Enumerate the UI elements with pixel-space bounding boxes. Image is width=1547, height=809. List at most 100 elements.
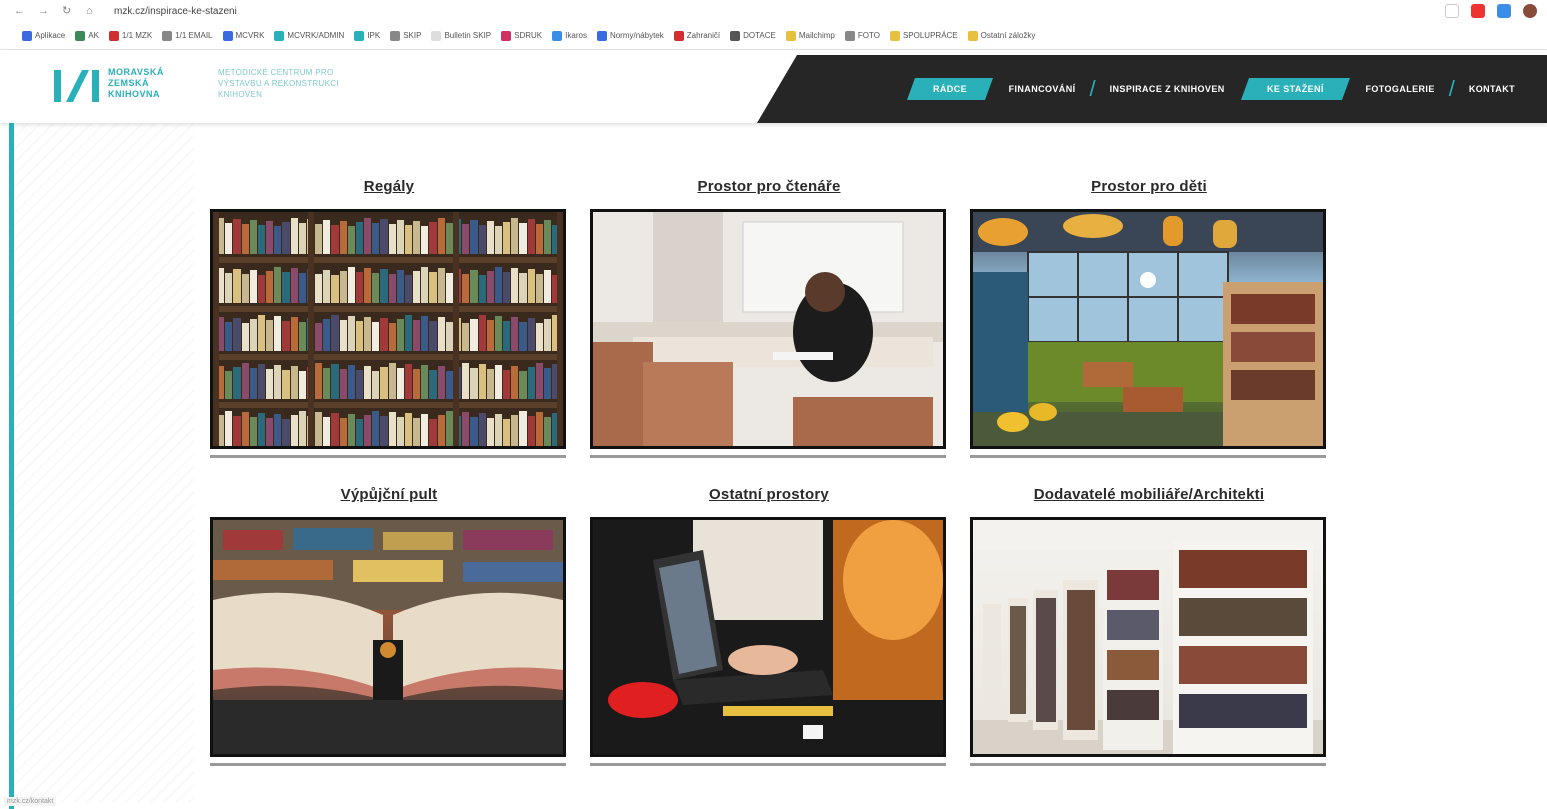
card-title-prostor-pro-deti[interactable]: Prostor pro děti xyxy=(971,178,1327,195)
shelf-post xyxy=(308,212,314,446)
nav-item-kontakt[interactable]: KONTAKT xyxy=(1457,78,1527,100)
book xyxy=(323,220,331,254)
bookmark-item[interactable]: Bulletin SKIP xyxy=(431,30,492,41)
book xyxy=(282,272,290,303)
back-icon[interactable]: ← xyxy=(14,6,25,17)
book xyxy=(543,270,552,303)
bookmark-item[interactable]: IPK xyxy=(354,30,380,41)
home-icon[interactable]: ⌂ xyxy=(86,6,96,17)
bookmark-label: Bulletin SKIP xyxy=(444,31,492,40)
book xyxy=(511,218,519,254)
bookmark-item[interactable]: AK xyxy=(75,30,99,41)
bookmark-item[interactable]: 1/1 EMAIL xyxy=(162,30,213,41)
bookmark-item[interactable]: Ostatní záložky xyxy=(967,30,1035,41)
nav-item-inspirace[interactable]: INSPIRACE Z KNIHOVEN xyxy=(1098,78,1237,100)
card-image-vypujcni-pult[interactable] xyxy=(210,517,566,757)
book xyxy=(233,416,241,446)
forward-icon[interactable]: → xyxy=(38,6,49,17)
book xyxy=(445,223,453,254)
bookmark-item[interactable]: DOTACE xyxy=(730,30,776,41)
book xyxy=(331,413,339,446)
bookmark-item[interactable]: 1/1 MZK xyxy=(108,30,152,41)
book xyxy=(290,415,298,446)
book xyxy=(429,321,437,351)
nav-item-financovani[interactable]: FINANCOVÁNÍ xyxy=(997,78,1088,100)
card-image-prostor-pro-ctenare[interactable] xyxy=(590,209,946,449)
bookmark-item[interactable]: Mailchimp xyxy=(785,30,835,41)
card-title-dodavatele[interactable]: Dodavatelé mobiliáře/Architekti xyxy=(971,486,1327,503)
bookmark-icon xyxy=(390,30,401,41)
status-bar: mzk.cz/kontakt xyxy=(4,797,57,806)
kids-area-image xyxy=(973,212,1323,446)
book xyxy=(404,225,413,254)
bookmark-item[interactable]: MCVRK xyxy=(222,30,264,41)
bookmark-item[interactable]: SDRUK xyxy=(501,30,543,41)
card-image-regaly[interactable] xyxy=(210,209,566,449)
bookmark-item[interactable]: FOTO xyxy=(844,30,880,41)
card-divider xyxy=(970,455,1326,458)
nav-item-radce[interactable]: RÁDCE xyxy=(906,78,993,100)
nav-item-ke-stazeni[interactable]: KE STAŽENÍ xyxy=(1240,78,1350,100)
bookmark-label: DOTACE xyxy=(743,31,776,40)
book xyxy=(355,419,364,446)
extension-icon[interactable] xyxy=(1497,4,1511,18)
book xyxy=(462,412,470,446)
mzk-logo-icon[interactable] xyxy=(52,68,100,104)
bookmark-item[interactable]: Ikaros xyxy=(552,30,587,41)
reading-room-image xyxy=(593,212,943,446)
opera-extension-icon[interactable] xyxy=(1471,4,1485,18)
book xyxy=(364,268,372,303)
book xyxy=(364,415,372,446)
reload-icon[interactable]: ↻ xyxy=(62,6,72,17)
book xyxy=(266,221,274,254)
bookmark-item[interactable]: MCVRK/ADMIN xyxy=(274,30,344,41)
bookmark-item[interactable]: Normy/nábytek xyxy=(596,30,664,41)
bookmark-icon xyxy=(730,30,741,41)
bookmark-item[interactable]: Aplikace xyxy=(22,30,65,41)
bookmark-label: SPOLUPRÁCE xyxy=(902,31,958,40)
logo-line: KNIHOVNA xyxy=(108,89,161,99)
shelf-row xyxy=(213,215,563,257)
book xyxy=(511,415,519,446)
book xyxy=(274,316,282,351)
bookmark-item[interactable]: Zahraničí xyxy=(673,30,720,41)
book xyxy=(298,371,306,399)
book xyxy=(380,416,388,446)
book xyxy=(429,419,437,446)
url-field[interactable]: mzk.cz/inspirace-ke-stazeni xyxy=(114,6,237,17)
card-image-dodavatele[interactable] xyxy=(970,517,1326,757)
bookmark-item[interactable]: SPOLUPRÁCE xyxy=(889,30,958,41)
book xyxy=(543,220,552,254)
book xyxy=(511,366,519,399)
profile-icon[interactable] xyxy=(1523,4,1537,18)
logo-sub-line: METODICKÉ CENTRUM PRO xyxy=(218,68,334,77)
open-book-image xyxy=(213,520,563,754)
card-title-vypujcni-pult[interactable]: Výpůjční pult xyxy=(211,486,567,503)
card-divider xyxy=(210,455,566,458)
book xyxy=(339,221,347,254)
book xyxy=(494,226,503,254)
book xyxy=(535,363,543,399)
nav-item-fotogalerie[interactable]: FOTOGALERIE xyxy=(1353,78,1446,100)
card-divider xyxy=(970,763,1326,766)
shelf-row xyxy=(213,312,563,354)
book xyxy=(331,315,339,351)
nav-separator: / xyxy=(1089,76,1096,101)
bookmark-item[interactable]: SKIP xyxy=(390,30,421,41)
card-title-prostor-pro-ctenare[interactable]: Prostor pro čtenáře xyxy=(591,178,947,195)
book xyxy=(274,414,282,446)
book xyxy=(282,419,290,446)
card-image-prostor-pro-deti[interactable] xyxy=(970,209,1326,449)
book xyxy=(241,412,249,446)
book xyxy=(478,413,486,446)
star-icon[interactable] xyxy=(1445,4,1459,18)
card-title-ostatni-prostory[interactable]: Ostatní prostory xyxy=(591,486,947,503)
card-image-ostatni-prostory[interactable] xyxy=(590,517,946,757)
book xyxy=(486,369,494,399)
bookshelf-image xyxy=(213,212,563,446)
card-title-regaly[interactable]: Regály xyxy=(211,178,567,195)
book xyxy=(347,226,355,254)
bookmark-label: SDRUK xyxy=(514,31,543,40)
logo-name[interactable]: MORAVSKÁ ZEMSKÁ KNIHOVNA xyxy=(108,67,164,100)
book xyxy=(535,224,543,254)
